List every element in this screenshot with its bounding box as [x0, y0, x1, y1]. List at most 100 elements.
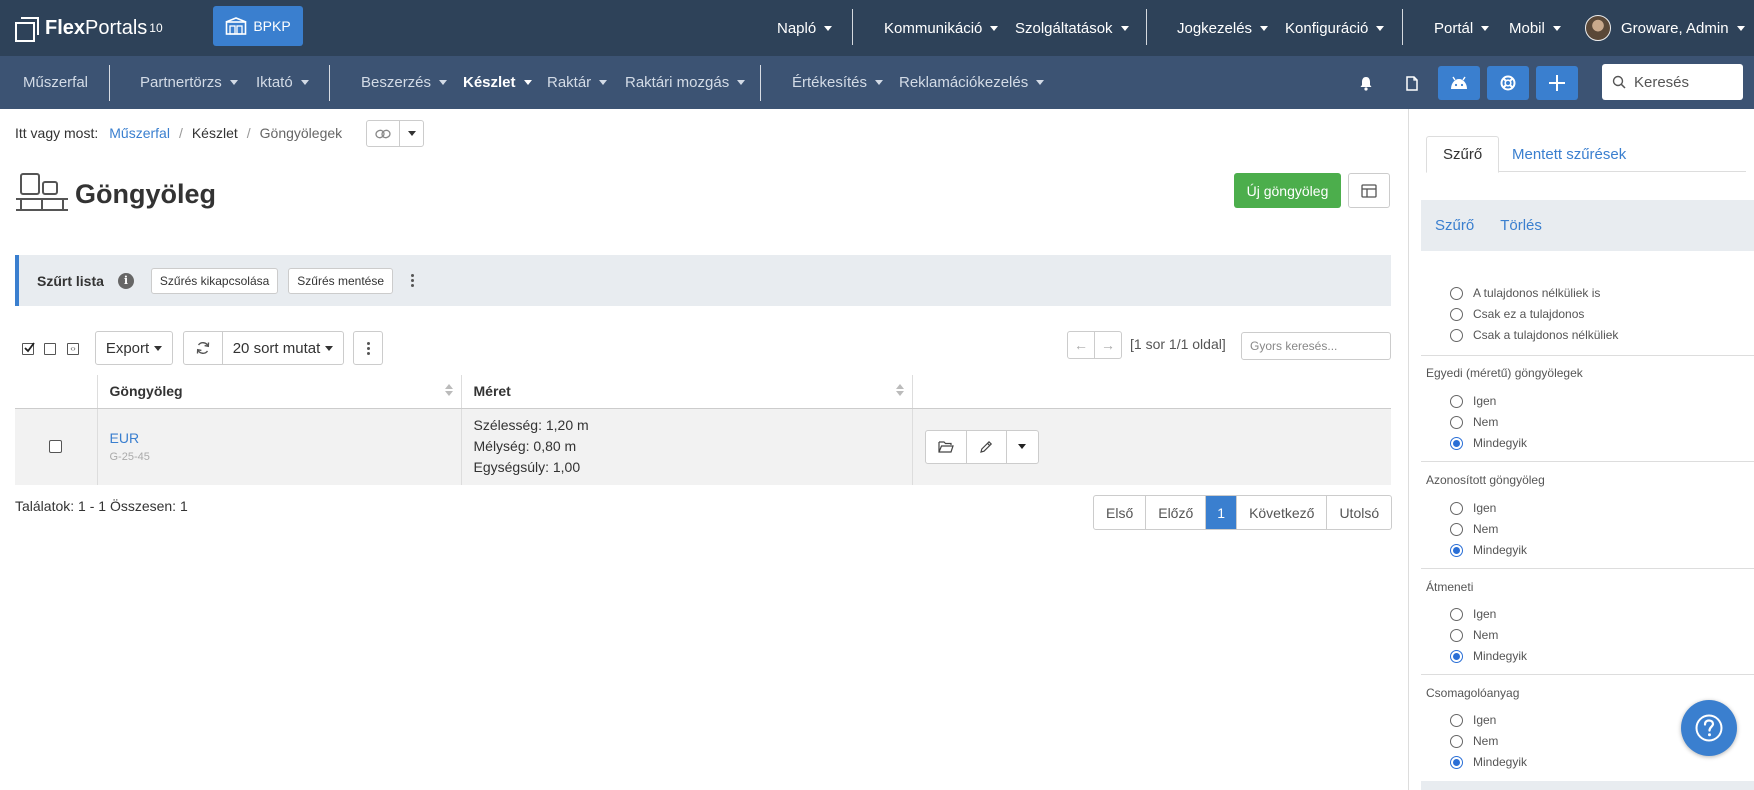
app-logo[interactable]: Flex Portals 10: [15, 17, 163, 42]
link-button[interactable]: [367, 121, 399, 146]
page-header: Göngyöleg: [15, 172, 216, 216]
divider: [1421, 461, 1754, 462]
temporary-radio-all[interactable]: Mindegyik: [1450, 649, 1527, 663]
packaging-name-link[interactable]: EUR: [110, 430, 461, 446]
support-button[interactable]: [1487, 66, 1529, 100]
add-button[interactable]: [1536, 66, 1578, 100]
secnav-raktar[interactable]: Raktár: [547, 56, 608, 109]
secnav-ertekesites[interactable]: Értékesítés: [792, 56, 884, 109]
material-radio-yes[interactable]: Igen: [1450, 713, 1496, 727]
quick-search-input[interactable]: Gyors keresés...: [1241, 332, 1391, 360]
custom-radio-all[interactable]: Mindegyik: [1450, 436, 1527, 450]
custom-radio-yes[interactable]: Igen: [1450, 394, 1496, 408]
filter-actions: Szűrő Törlés: [1421, 200, 1754, 251]
breadcrumb-muszerfal[interactable]: Műszerfal: [109, 125, 170, 141]
topnav-szolgaltatasok[interactable]: Szolgáltatások: [1015, 0, 1129, 56]
more-vertical-icon[interactable]: [411, 274, 415, 287]
tab-saved-filters[interactable]: Mentett szűrések: [1512, 136, 1626, 173]
caret-down-icon: [1018, 444, 1026, 450]
panel-footer: [1421, 781, 1754, 790]
user-menu[interactable]: Groware, Admin: [1585, 0, 1745, 56]
layout-button[interactable]: [1348, 173, 1390, 208]
divider: [109, 65, 110, 101]
topnav-portal[interactable]: Portál: [1434, 0, 1490, 56]
documents-button[interactable]: [1391, 66, 1433, 100]
row-checkbox[interactable]: [49, 440, 63, 454]
refresh-button[interactable]: [184, 332, 223, 364]
identified-radio-no[interactable]: Nem: [1450, 522, 1498, 536]
pagination-next[interactable]: Következő: [1236, 496, 1326, 529]
edit-button[interactable]: [965, 430, 1006, 463]
secnav-keszlet[interactable]: Készlet: [463, 56, 532, 109]
more-options-button[interactable]: [353, 331, 383, 365]
link-dropdown-button[interactable]: [399, 121, 423, 146]
filter-tabs: Szűrő Mentett szűrések: [1426, 136, 1746, 173]
notifications-button[interactable]: [1345, 66, 1387, 100]
owner-radio-all[interactable]: A tulajdonos nélküliek is: [1450, 286, 1600, 300]
material-radio-all[interactable]: Mindegyik: [1450, 755, 1527, 769]
caret-down-icon: [300, 80, 309, 85]
pagination-prev[interactable]: Előző: [1145, 496, 1205, 529]
invert-selection-icon[interactable]: ‹›: [67, 343, 79, 355]
topnav-jogkezeles[interactable]: Jogkezelés: [1177, 0, 1269, 56]
rows-per-page-select[interactable]: 20 sort mutat: [223, 340, 343, 357]
clear-filter-link[interactable]: Törlés: [1500, 217, 1542, 234]
sort-icon[interactable]: [445, 384, 453, 396]
breadcrumb-current: Göngyölegek: [259, 125, 343, 141]
owner-radio-this[interactable]: Csak ez a tulajdonos: [1450, 307, 1584, 321]
divider: [1146, 9, 1147, 45]
row-actions-dropdown[interactable]: [1005, 430, 1038, 463]
prev-page-arrow-icon[interactable]: ←: [1068, 332, 1094, 358]
org-button[interactable]: BPKP: [213, 6, 303, 46]
android-button[interactable]: [1438, 66, 1480, 100]
caret-down-icon: [439, 80, 448, 85]
disable-filter-button[interactable]: Szűrés kikapcsolása: [150, 267, 279, 294]
new-packaging-button[interactable]: Új göngyöleg: [1234, 173, 1341, 208]
secnav-reklamaciokezeles[interactable]: Reklamációkezelés: [899, 56, 1045, 109]
apply-filter-link[interactable]: Szűrő: [1435, 217, 1474, 234]
pagination-last[interactable]: Utolsó: [1326, 496, 1391, 529]
custom-radio-no[interactable]: Nem: [1450, 415, 1498, 429]
caret-down-icon: [1120, 25, 1129, 31]
column-meret[interactable]: Méret: [460, 375, 912, 409]
breadcrumb-keszlet[interactable]: Készlet: [192, 125, 238, 141]
topnav-kommunikacio[interactable]: Kommunikáció: [884, 0, 999, 56]
pencil-icon: [980, 440, 993, 453]
topnav-mobil[interactable]: Mobil: [1509, 0, 1561, 56]
select-none-checkbox[interactable]: [44, 343, 56, 355]
owner-radio-none[interactable]: Csak a tulajdonos nélküliek: [1450, 328, 1618, 342]
column-gongyoleg[interactable]: Göngyöleg: [96, 375, 461, 409]
caret-down-icon: [1036, 80, 1045, 85]
secnav-raktari-mozgas[interactable]: Raktári mozgás: [625, 56, 746, 109]
help-button[interactable]: [1681, 700, 1737, 756]
column-actions: [911, 375, 1391, 409]
tab-filter[interactable]: Szűrő: [1426, 136, 1500, 173]
temporary-radio-yes[interactable]: Igen: [1450, 607, 1496, 621]
export-button[interactable]: Export: [95, 331, 173, 365]
secnav-iktato[interactable]: Iktató: [256, 56, 309, 109]
open-button[interactable]: [926, 431, 966, 463]
secnav-partnertorzs[interactable]: Partnertörzs: [140, 56, 238, 109]
pagination-current[interactable]: 1: [1205, 496, 1237, 529]
packaging-code: G-25-45: [109, 451, 150, 464]
save-filter-button[interactable]: Szűrés mentése: [288, 267, 394, 294]
temporary-radio-no[interactable]: Nem: [1450, 628, 1498, 642]
pager-arrows: ← →: [1067, 331, 1122, 359]
select-all-checkbox[interactable]: [22, 342, 35, 355]
refresh-icon: [196, 342, 210, 354]
next-page-arrow-icon[interactable]: →: [1094, 332, 1121, 358]
global-search-input[interactable]: Keresés: [1602, 64, 1743, 100]
sort-icon[interactable]: [896, 384, 904, 396]
topnav-konfiguracio[interactable]: Konfiguráció: [1285, 0, 1385, 56]
secnav-beszerzes[interactable]: Beszerzés: [361, 56, 448, 109]
topnav-naplo[interactable]: Napló: [777, 0, 833, 56]
pagination-first[interactable]: Első: [1094, 496, 1145, 529]
material-radio-no[interactable]: Nem: [1450, 734, 1498, 748]
size-unit-weight: Egységsúly: 1,00: [473, 459, 581, 476]
secnav-muszerfal[interactable]: Műszerfal: [23, 56, 88, 109]
divider: [1421, 568, 1754, 569]
caret-down-icon: [599, 80, 608, 85]
info-icon[interactable]: i: [117, 272, 134, 289]
identified-radio-all[interactable]: Mindegyik: [1450, 543, 1527, 557]
identified-radio-yes[interactable]: Igen: [1450, 501, 1496, 515]
